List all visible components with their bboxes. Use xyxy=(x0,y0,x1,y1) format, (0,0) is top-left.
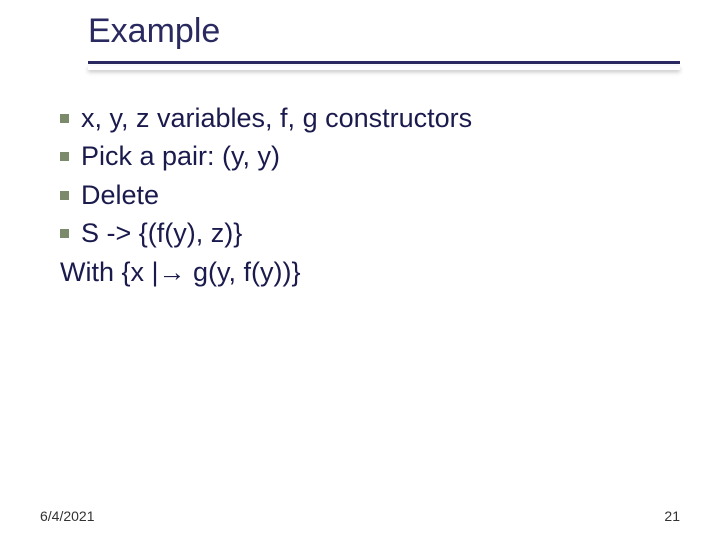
bullet-item: S -> {(f(y), z)} xyxy=(60,215,680,251)
bullet-item: Delete xyxy=(60,177,680,213)
bullet-text: x, y, z variables, f, g constructors xyxy=(81,100,472,136)
footer-page-number: 21 xyxy=(664,508,680,524)
closing-line: With {x |→ g(y, f(y))} xyxy=(60,254,680,290)
bullet-icon xyxy=(60,191,69,200)
bullet-text: Delete xyxy=(81,177,159,213)
bullet-icon xyxy=(60,114,69,123)
slide-footer: 6/4/2021 21 xyxy=(40,508,680,524)
bullet-icon xyxy=(60,229,69,238)
bullet-icon xyxy=(60,152,69,161)
slide-title: Example xyxy=(88,12,680,55)
title-underline xyxy=(88,61,680,64)
slide-content: x, y, z variables, f, g constructors Pic… xyxy=(60,100,680,292)
bullet-item: x, y, z variables, f, g constructors xyxy=(60,100,680,136)
bullet-text: Pick a pair: (y, y) xyxy=(81,138,280,174)
title-area: Example xyxy=(88,12,680,64)
bullet-text: S -> {(f(y), z)} xyxy=(81,215,242,251)
bullet-item: Pick a pair: (y, y) xyxy=(60,138,680,174)
slide: Example x, y, z variables, f, g construc… xyxy=(0,0,720,540)
footer-date: 6/4/2021 xyxy=(40,508,95,524)
